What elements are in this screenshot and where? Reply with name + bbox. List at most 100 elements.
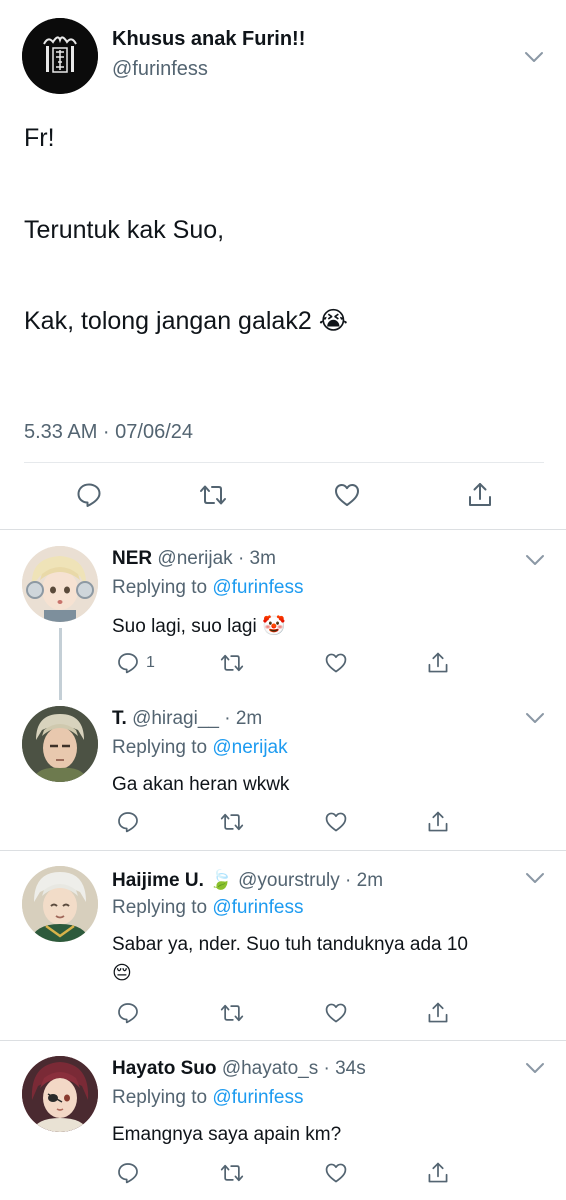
chevron-down-icon — [525, 52, 543, 62]
reply-button[interactable] — [116, 810, 140, 834]
furin-logo-icon — [22, 18, 98, 94]
avatar[interactable] — [22, 706, 98, 782]
reply-author-handle[interactable]: @nerijak · 3m — [157, 548, 276, 569]
author-name[interactable]: Khusus anak Furin!! — [112, 28, 305, 51]
retweet-button[interactable] — [220, 651, 244, 675]
reply-author-handle[interactable]: @hayato_s · 34s — [222, 1058, 366, 1079]
tweet-text-line: Teruntuk kak Suo, — [24, 216, 225, 244]
chevron-down-icon — [526, 1063, 544, 1073]
retweet-icon — [220, 813, 244, 831]
replying-to-label: Replying to — [112, 737, 213, 758]
share-button[interactable] — [466, 481, 494, 509]
avatar[interactable] — [22, 546, 98, 622]
reply-menu-button[interactable] — [524, 707, 546, 729]
reply-button[interactable] — [116, 1001, 140, 1025]
reply-author-line: NER @nerijak · 3m — [112, 548, 276, 570]
share-button[interactable] — [426, 651, 450, 675]
heart-icon — [325, 1003, 347, 1023]
share-icon — [469, 483, 491, 506]
reply-button[interactable] — [116, 1161, 140, 1185]
retweet-button[interactable] — [220, 810, 244, 834]
reply-author-line: Haijime U. 🍃 @yourstruly · 2m — [112, 868, 383, 892]
avatar[interactable] — [22, 866, 98, 942]
avatar-image — [22, 866, 98, 942]
like-button[interactable] — [324, 1161, 348, 1185]
reply-icon — [118, 1163, 138, 1184]
reply-text: Suo lagi, suo lagi 🤡 — [112, 614, 286, 638]
heart-icon — [335, 484, 359, 506]
like-button[interactable] — [333, 481, 361, 509]
heart-icon — [325, 812, 347, 832]
retweet-icon — [200, 485, 226, 505]
reply-menu-button[interactable] — [524, 549, 546, 571]
author-avatar[interactable] — [22, 18, 98, 94]
avatar-image — [22, 546, 98, 622]
divider — [0, 529, 566, 530]
tweet-timestamp: 5.33 AM · 07/06/24 — [24, 421, 194, 443]
reply-button[interactable] — [75, 481, 103, 509]
reply-icon — [118, 1003, 138, 1024]
pensive-emoji: 😔 — [112, 963, 132, 984]
replying-to-link[interactable]: @nerijak — [212, 737, 287, 758]
thread-line — [59, 628, 62, 700]
share-button[interactable] — [426, 1161, 450, 1185]
reply-icon — [118, 812, 138, 833]
tweet-text: Kak, tolong jangan galak2 — [24, 307, 312, 335]
tweet-menu-button[interactable] — [523, 46, 545, 68]
reply-menu-button[interactable] — [524, 867, 546, 889]
leaf-emoji: 🍃 — [209, 870, 233, 891]
like-button[interactable] — [324, 651, 348, 675]
chevron-down-icon — [526, 713, 544, 723]
share-icon — [428, 1002, 448, 1023]
reply-author-line: T. @hiragi__ · 2m — [112, 708, 262, 730]
avatar-image — [22, 706, 98, 782]
divider — [0, 1040, 566, 1041]
replying-to: Replying to @nerijak — [112, 737, 288, 759]
chevron-down-icon — [526, 873, 544, 883]
tweet-text-line: Kak, tolong jangan galak2 😭 — [24, 306, 348, 336]
reply-author-name[interactable]: T. — [112, 708, 127, 729]
reply-menu-button[interactable] — [524, 1057, 546, 1079]
replying-to-label: Replying to — [112, 577, 213, 598]
reply-text: Sabar ya, nder. Suo tuh tanduknya ada 10 — [112, 934, 468, 955]
chevron-down-icon — [526, 555, 544, 565]
retweet-icon — [220, 654, 244, 672]
replying-to-label: Replying to — [112, 897, 213, 918]
retweet-button[interactable] — [220, 1001, 244, 1025]
avatar-image — [22, 1056, 98, 1132]
retweet-icon — [220, 1004, 244, 1022]
reply-text: Ga akan heran wkwk — [112, 774, 290, 795]
reply-icon — [77, 483, 101, 507]
retweet-icon — [220, 1164, 244, 1182]
replying-to: Replying to @furinfess — [112, 897, 303, 919]
reply-author-name[interactable]: Hayato Suo — [112, 1058, 217, 1079]
author-handle[interactable]: @furinfess — [112, 58, 208, 81]
share-button[interactable] — [426, 1001, 450, 1025]
like-button[interactable] — [324, 1001, 348, 1025]
reply-author-name[interactable]: Haijime U. — [112, 870, 204, 891]
reply-button[interactable]: 1 — [116, 651, 155, 675]
reply-icon — [118, 653, 138, 674]
reply-text-body: Suo lagi, suo lagi — [112, 616, 257, 637]
reply-author-line: Hayato Suo @hayato_s · 34s — [112, 1058, 366, 1080]
clown-emoji: 🤡 — [262, 616, 286, 637]
reply-text: Emangnya saya apain km? — [112, 1124, 342, 1145]
replying-to-link[interactable]: @furinfess — [212, 897, 303, 918]
crying-emoji: 😭 — [318, 307, 348, 335]
reply-count: 1 — [146, 654, 155, 671]
tweet-text-line: Fr! — [24, 124, 55, 152]
replying-to: Replying to @furinfess — [112, 1087, 303, 1109]
share-button[interactable] — [426, 810, 450, 834]
replying-to: Replying to @furinfess — [112, 577, 303, 599]
replying-to-link[interactable]: @furinfess — [212, 1087, 303, 1108]
reply-author-name[interactable]: NER — [112, 548, 152, 569]
retweet-button[interactable] — [220, 1161, 244, 1185]
avatar[interactable] — [22, 1056, 98, 1132]
retweet-button[interactable] — [199, 481, 227, 509]
like-button[interactable] — [324, 810, 348, 834]
share-icon — [428, 652, 448, 673]
reply-author-handle[interactable]: @hiragi__ · 2m — [132, 708, 262, 729]
reply-author-handle[interactable]: @yourstruly · 2m — [238, 870, 383, 891]
replying-to-link[interactable]: @furinfess — [212, 577, 303, 598]
share-icon — [428, 811, 448, 832]
